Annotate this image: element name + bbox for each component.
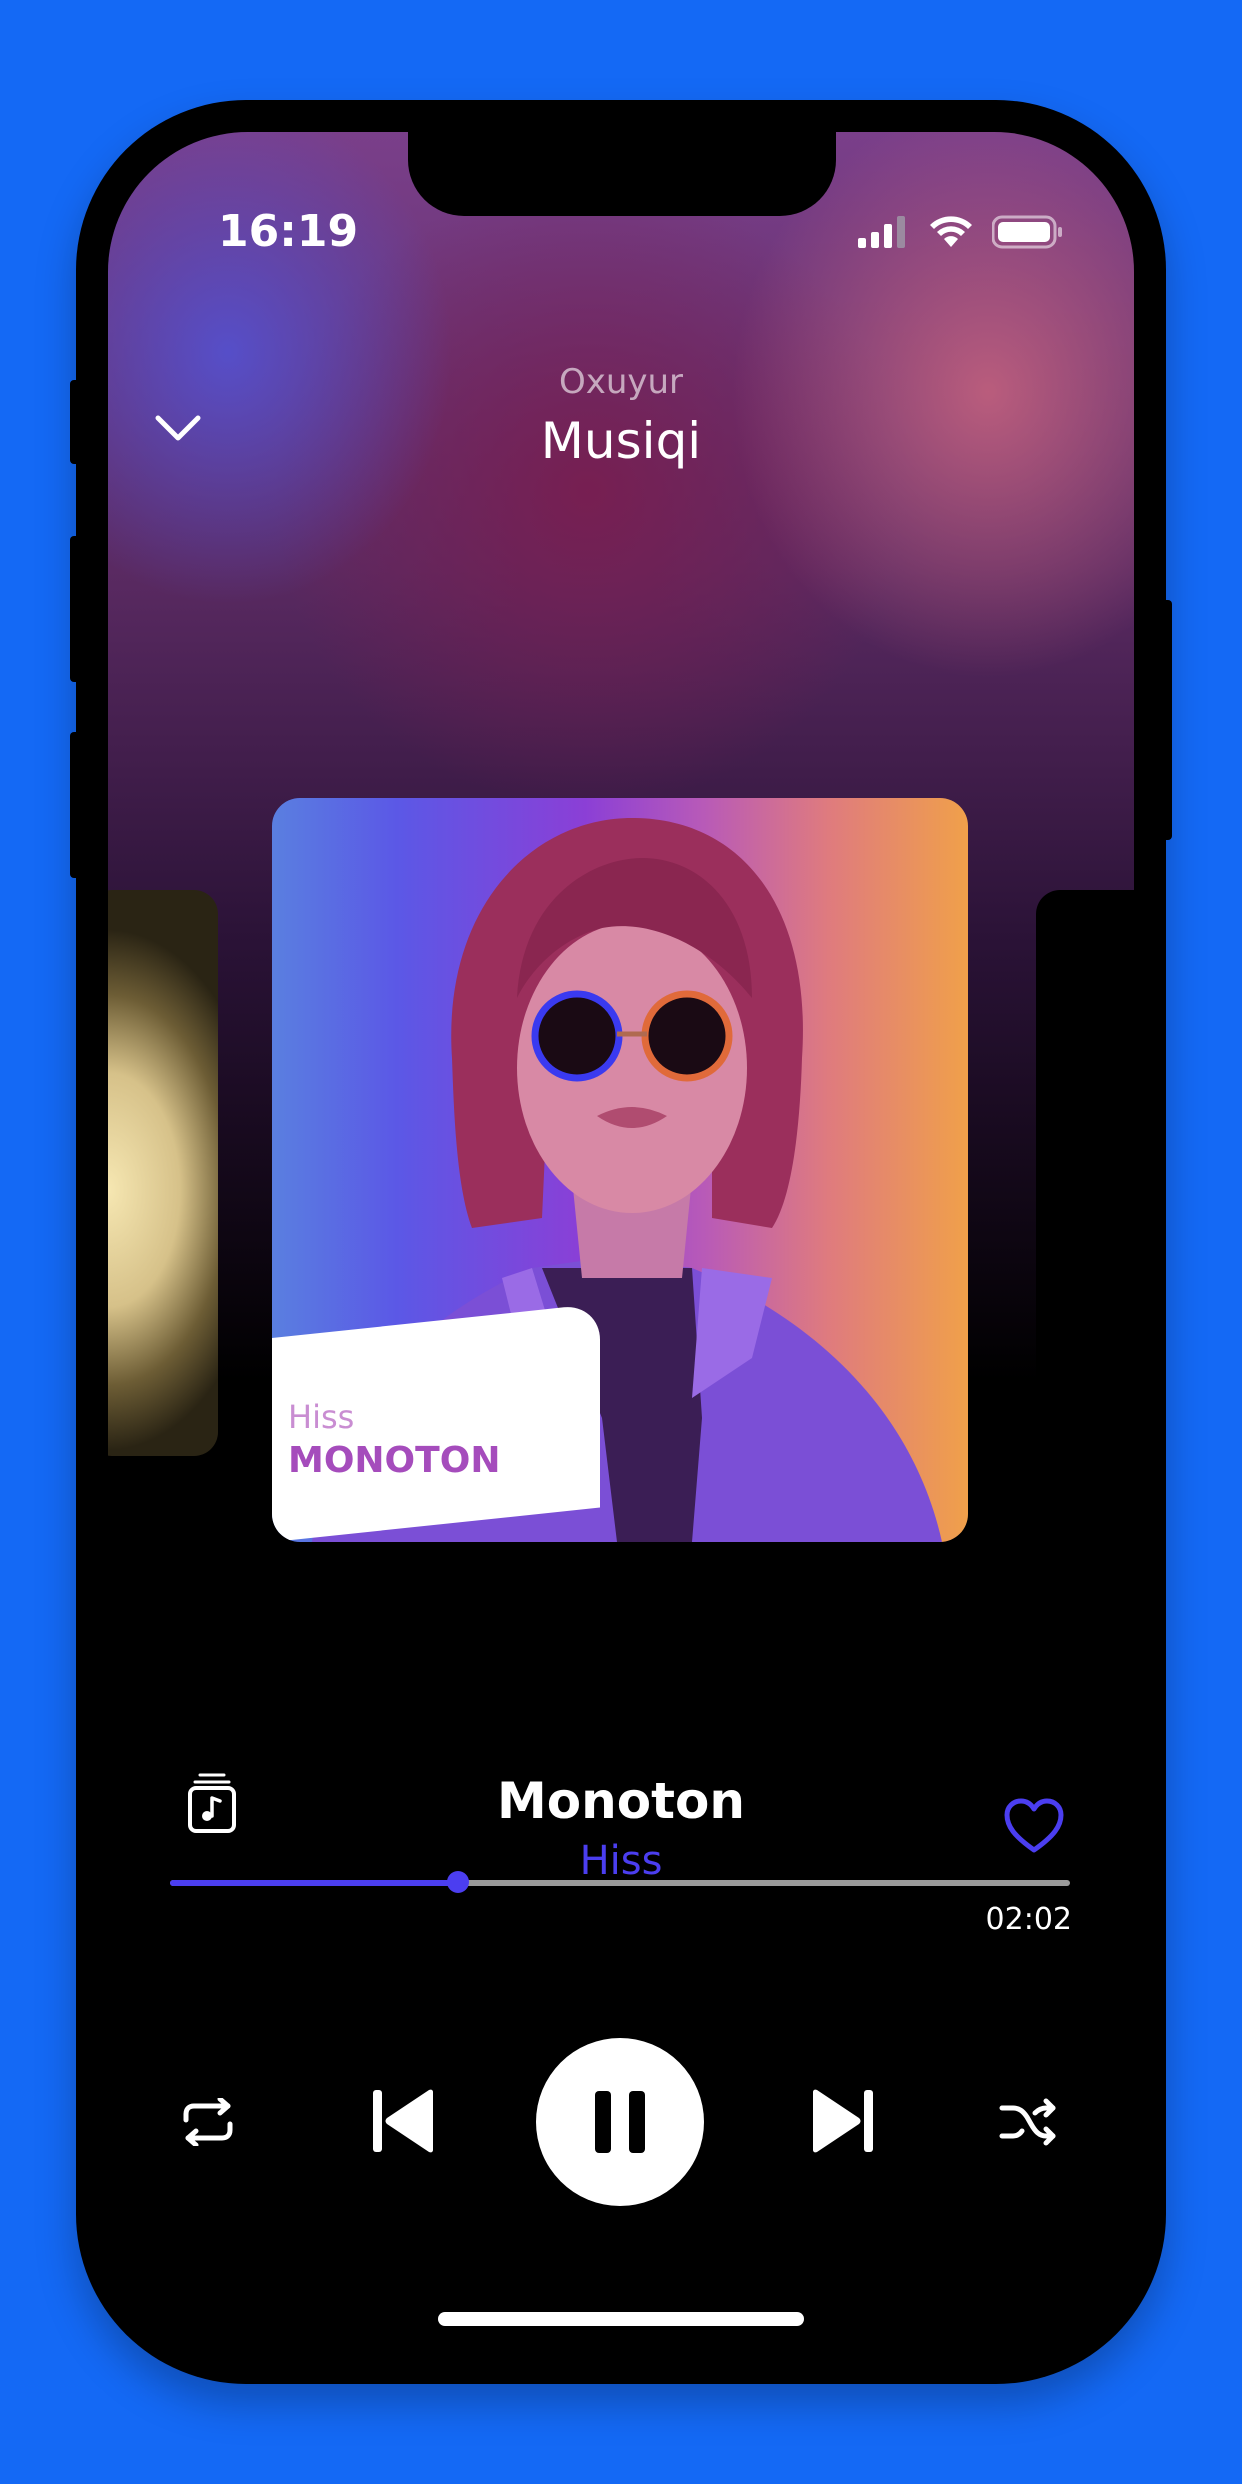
pause-button[interactable] [536,2038,704,2206]
track-title: Monoton [497,1772,745,1830]
album-label-title: MONOTON [288,1440,501,1481]
next-album-card[interactable] [1036,890,1134,1456]
phone-frame: 16:19 Oxuyur Musiqi Hiss MONOTON Monoton… [76,100,1166,2384]
progress-fill [170,1880,458,1886]
next-button[interactable] [798,2076,888,2166]
player-screen: 16:19 Oxuyur Musiqi Hiss MONOTON Monoton… [108,132,1134,2352]
progress-bar[interactable] [170,1871,1070,1893]
album-label-artist: Hiss [288,1398,355,1436]
skip-next-icon [813,2089,873,2153]
header-subtitle: Oxuyur [558,362,684,402]
cellular-signal-icon [858,216,905,248]
notch [408,132,836,216]
battery-icon [992,215,1062,249]
skip-previous-icon [373,2089,433,2153]
pause-icon [595,2091,645,2153]
repeat-icon [183,2098,233,2146]
album-cover: Hiss MONOTON [272,798,968,1542]
page-title: Musiqi [540,412,702,470]
previous-button[interactable] [358,2076,448,2166]
home-indicator[interactable] [438,2312,804,2326]
wifi-icon [930,216,972,247]
previous-album-card[interactable] [108,890,218,1456]
shuffle-button[interactable] [988,2082,1068,2162]
elapsed-time: 02:02 [985,1902,1072,1937]
heart-icon[interactable] [1004,1798,1064,1854]
status-time: 16:19 [218,206,359,257]
track-artist[interactable]: Hiss [108,1838,1134,1884]
repeat-button[interactable] [168,2082,248,2162]
progress-handle[interactable] [447,1871,469,1893]
shuffle-icon [999,2098,1056,2146]
